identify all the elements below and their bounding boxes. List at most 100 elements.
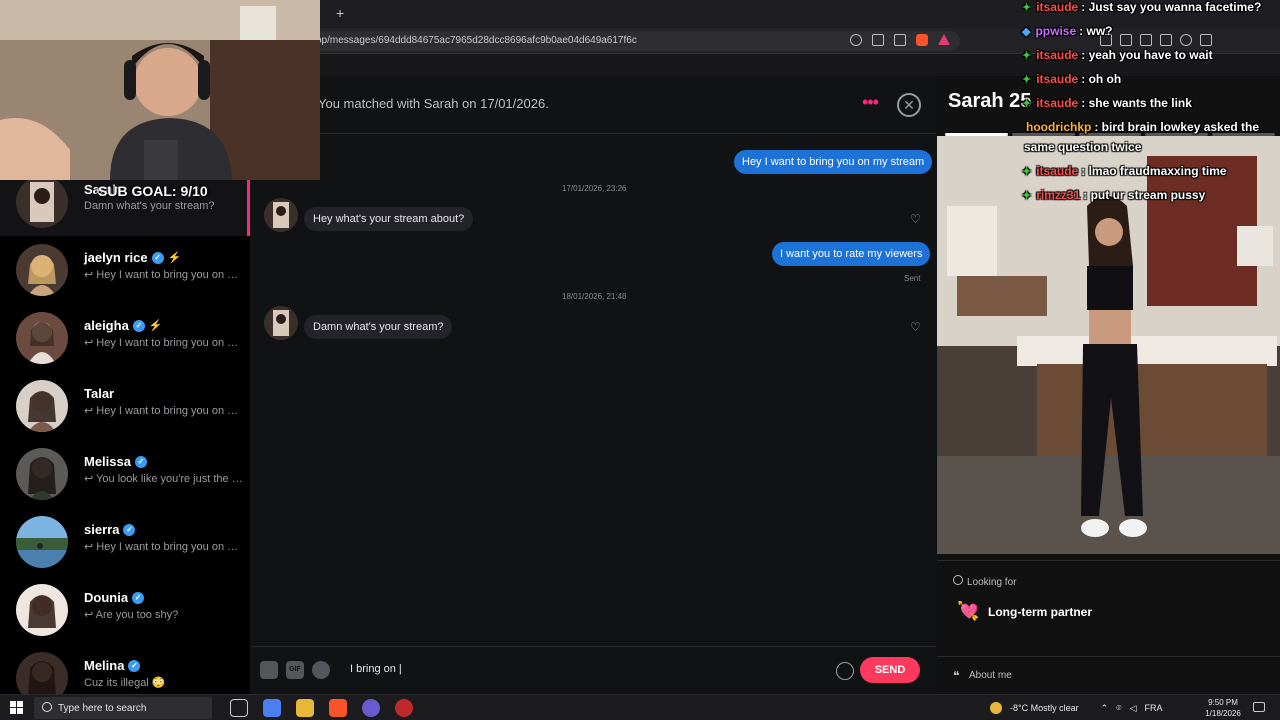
conversation-item[interactable]: Dounia ✓ ↩ Are you too shy? (0, 576, 250, 644)
conversation-preview: Damn what's your stream? (84, 200, 215, 212)
chat-header: You matched with Sarah on 17/01/2026. ••… (250, 76, 936, 134)
like-heart-icon[interactable]: ♡ (910, 320, 921, 334)
chat-message: ✦ itsaude: lmao fraudmaxxing time (1022, 164, 1227, 178)
vpn-icon[interactable] (1180, 34, 1192, 46)
chat-message: ◆ ppwise: ww? (1022, 24, 1113, 38)
location-icon[interactable] (850, 34, 862, 46)
weather-icon[interactable] (990, 702, 1002, 714)
windows-taskbar: Type here to search -8°C Mostly clear ⌃ … (0, 694, 1280, 720)
profile-name: Sarah 25 (948, 90, 1032, 112)
media-icon[interactable] (1120, 34, 1132, 46)
conversation-name: Melissa ✓ (84, 454, 147, 469)
message-status: Sent (904, 274, 921, 283)
verified-icon: ✓ (128, 659, 141, 672)
avatar (16, 380, 68, 432)
about-label: About me (969, 670, 1012, 681)
avatar (16, 584, 68, 636)
avatar (264, 306, 298, 340)
verified-icon: ✓ (132, 319, 145, 332)
obs-icon[interactable] (395, 699, 413, 717)
close-icon[interactable]: ✕ (897, 93, 921, 117)
message-input[interactable]: I bring on | (350, 663, 402, 675)
looking-for-label: Looking for (967, 577, 1017, 588)
notification-icon[interactable] (1253, 702, 1265, 712)
conversation-item[interactable]: Melissa ✓ ↩ You look like you're just the… (0, 440, 250, 508)
spotify-icon[interactable] (312, 661, 330, 679)
wallet-icon[interactable] (1160, 34, 1172, 46)
chat-message: ✦ itsaude: she wants the link (1022, 96, 1192, 110)
copilot-icon[interactable] (263, 699, 281, 717)
sub-badge-icon: ✦ (1022, 98, 1032, 110)
brave-shields-icon[interactable] (916, 34, 928, 46)
match-info: You matched with Sarah on 17/01/2026. (318, 96, 549, 111)
send-button[interactable]: SEND (860, 657, 920, 683)
discord-icon[interactable] (362, 699, 380, 717)
conversation-item[interactable]: Melina ✓ Cuz its illegal 😳 (0, 644, 250, 704)
taskbar-search-placeholder: Type here to search (58, 703, 147, 714)
gif-button[interactable]: GIF (286, 661, 304, 679)
message-incoming: Damn what's your stream? (304, 315, 453, 339)
like-heart-icon[interactable]: ♡ (910, 212, 921, 226)
conversation-item[interactable]: sierra ✓ ↩ Hey I want to bring you on my … (0, 508, 250, 576)
file-explorer-icon[interactable] (296, 699, 314, 717)
system-tray: -8°C Mostly clear ⌃ ⌾ ◁ FRA (990, 695, 1163, 720)
chevron-up-icon[interactable]: ⌃ (1101, 703, 1109, 714)
conversation-name: aleigha ✓ ⚡ (84, 318, 163, 333)
sub-badge-icon: ✦ (1022, 2, 1032, 14)
task-view-icon[interactable] (230, 699, 248, 717)
chat-message: ✦ itsaude: oh oh (1022, 72, 1122, 86)
conversation-preview: ↩ Are you too shy? (84, 609, 179, 621)
avatar (16, 312, 68, 364)
taskbar-search[interactable]: Type here to search (34, 697, 212, 719)
sub-badge-icon: ✦ (1022, 74, 1032, 86)
message-composer: GIF I bring on | SEND (250, 646, 936, 694)
menu-icon[interactable] (1200, 34, 1212, 46)
heart-arrow-icon: 💘 (957, 601, 980, 621)
message-timestamp: 18/01/2026, 21:48 (562, 292, 627, 301)
share-icon[interactable] (894, 34, 906, 46)
conversation-item[interactable]: jaelyn rice ✓ ⚡ ↩ Hey I want to bring you … (0, 236, 250, 304)
sticker-icon[interactable] (260, 661, 278, 679)
chat-message: ✦ rimzz31: put ur stream pussy (1022, 188, 1206, 202)
search-icon (42, 702, 52, 712)
speaker-icon[interactable]: ◁ (1130, 703, 1137, 714)
conversation-name: Dounia ✓ (84, 590, 145, 605)
verified-icon: ✓ (123, 523, 136, 536)
sidebar-icon[interactable] (1140, 34, 1152, 46)
webcam-overlay (0, 0, 320, 180)
conversation-item[interactable]: Talar ↩ Hey I want to bring you on my st… (0, 372, 250, 440)
quote-icon: ❝ (953, 669, 960, 683)
brave-rewards-icon[interactable] (938, 34, 950, 45)
taskbar-clock[interactable]: 9:50 PM 1/18/2026 (1198, 697, 1248, 719)
new-tab-button[interactable]: + (336, 5, 344, 21)
windows-start-icon[interactable] (10, 701, 23, 714)
looking-for-value: Long-term partner (988, 605, 1093, 619)
network-icon[interactable]: ⌾ (1116, 703, 1121, 714)
chat-message: ✦ itsaude: Just say you wanna facetime? (1022, 0, 1262, 14)
sub-goal-overlay: SUB GOAL: 9/10 (98, 183, 208, 199)
cast-icon[interactable] (872, 34, 884, 46)
conversation-preview: ↩ Hey I want to bring you on my stream (84, 269, 244, 281)
search-icon (953, 575, 963, 585)
conversation-preview: ↩ Hey I want to bring you on my stream (84, 337, 244, 349)
looking-for-section: Looking for 💘 Long-term partner (937, 560, 1280, 646)
emoji-icon[interactable] (836, 662, 854, 680)
bolt-icon: ⚡ (167, 252, 182, 264)
conversation-name: jaelyn rice ✓ ⚡ (84, 250, 182, 265)
address-bar-url: op/messages/694ddd84675ac7965d28dcc8696a… (316, 35, 637, 46)
message-incoming: Hey what's your stream about? (304, 207, 474, 231)
verified-icon: ✓ (132, 591, 145, 604)
about-section: ❝ About me (937, 656, 1280, 694)
more-dots-icon[interactable]: ••• (862, 92, 879, 113)
language-indicator[interactable]: FRA (1145, 703, 1163, 713)
address-bar[interactable]: op/messages/694ddd84675ac7965d28dcc8696a… (300, 31, 960, 51)
prime-badge-icon: ◆ (1022, 26, 1031, 38)
sub-badge-icon: ✦ (1022, 166, 1032, 178)
avatar (16, 244, 68, 296)
weather-text[interactable]: -8°C Mostly clear (1010, 703, 1079, 713)
conversation-preview: ↩ Hey I want to bring you on my stream (84, 405, 244, 417)
message-outgoing: Hey I want to bring you on my stream (734, 150, 933, 174)
conversation-item[interactable]: aleigha ✓ ⚡ ↩ Hey I want to bring you on m… (0, 304, 250, 372)
brave-browser-icon[interactable] (329, 699, 347, 717)
chat-message: hoodrichkp: bird brain lowkey asked the (1026, 120, 1260, 134)
